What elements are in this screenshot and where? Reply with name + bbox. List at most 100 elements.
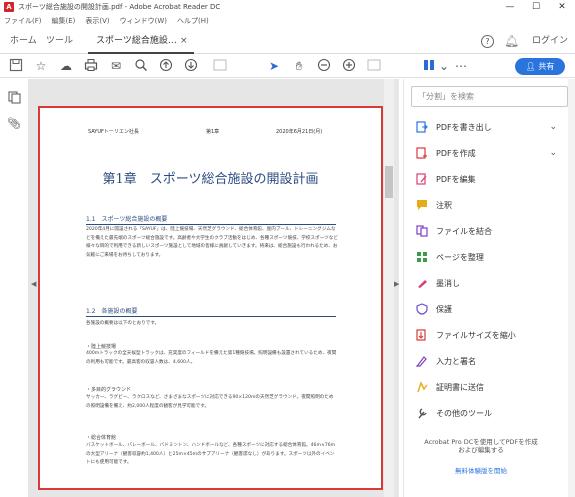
more-tools-icon <box>415 407 428 420</box>
section-2-intro: 各施設の概要は以下のとおりです。 <box>86 321 160 326</box>
share-user-icon: 👤︎ <box>525 62 539 71</box>
tool-label: ページを整理 <box>436 252 484 262</box>
tool-more-tools[interactable]: その他のツール <box>415 403 565 423</box>
tool-redact[interactable]: 墨消し <box>415 273 565 293</box>
tool-fill-sign[interactable]: 入力と署名 <box>415 351 565 371</box>
document-scrollbar[interactable] <box>384 79 394 497</box>
tool-label: 保護 <box>436 304 452 314</box>
collapse-left-pane-icon[interactable]: ◀ <box>31 280 36 288</box>
tool-label: 証明書に送信 <box>436 382 484 392</box>
item-track-heading: ・陸上競技場 <box>86 344 117 350</box>
tab-document[interactable]: スポーツ総合施設… <box>88 29 194 54</box>
page-thumbnails-icon[interactable] <box>7 91 21 105</box>
item-ground-heading: ・多目的グラウンド <box>86 387 132 393</box>
tool-send-certificate[interactable]: 証明書に送信 <box>415 377 565 397</box>
menu-window[interactable]: ウィンドウ(W) <box>120 16 167 26</box>
redact-icon <box>415 277 428 290</box>
acrobat-app-icon: A <box>4 2 14 12</box>
edit-pdf-icon <box>415 172 428 186</box>
shield-icon <box>415 302 428 316</box>
tool-label: ファイルを結合 <box>436 226 492 236</box>
free-trial-link[interactable]: 無料体験版を開始 <box>425 465 537 475</box>
window-controls: — ☐ ✕ <box>497 0 575 14</box>
page-header-left: SAYUFトーリエン社長 <box>88 129 139 135</box>
export-pdf-icon <box>415 120 428 134</box>
tools-search-input[interactable]: 「分割」を検索 <box>411 86 568 107</box>
left-navigation-pane: 📎︎ <box>0 79 29 497</box>
help-icon[interactable]: ? <box>481 35 494 48</box>
zoom-search-icon[interactable] <box>133 58 149 74</box>
promo-text: Acrobat Pro DCを使用してPDFを作成および編集する <box>424 438 538 454</box>
organize-pages-icon <box>415 251 428 264</box>
page-layout-icon[interactable] <box>421 58 437 74</box>
attachment-icon[interactable]: 📎︎ <box>7 117 21 131</box>
document-scroll-thumb[interactable] <box>385 166 393 198</box>
chevron-down-icon[interactable]: ⌄ <box>549 122 557 132</box>
chevron-down-icon[interactable]: ⌄ <box>436 58 452 74</box>
tab-tools[interactable]: ツール <box>46 29 73 54</box>
toolbar: ☆ ☁ ✉ ➤ ✋︎ ⌄ ⋯ 👤︎ 共有 <box>0 55 575 78</box>
hand-tool-icon[interactable]: ✋︎ <box>291 58 307 74</box>
menu-view[interactable]: 表示(V) <box>85 16 109 26</box>
print-icon[interactable] <box>83 58 99 74</box>
window-title: スポーツ総合施設の開設計画.pdf - Adobe Acrobat Reader… <box>18 3 221 11</box>
maximize-button[interactable]: ☐ <box>523 0 549 14</box>
item-gym-body: バスケットボール、バレーボール、バドミントン、ハンドボールなど、各種スポーツに対… <box>86 443 336 466</box>
cloud-upload-icon[interactable]: ☁ <box>58 58 74 74</box>
login-button[interactable]: ログイン <box>532 29 568 54</box>
tool-organize-pages[interactable]: ページを整理 <box>415 247 565 267</box>
tool-create-pdf[interactable]: PDFを作成 ⌄ <box>415 143 565 163</box>
share-button[interactable]: 👤︎ 共有 <box>515 58 565 75</box>
save-icon[interactable] <box>8 58 24 74</box>
comment-icon <box>415 199 428 212</box>
chapter-title: 第1章 スポーツ総合施設の開設計画 <box>102 172 319 187</box>
select-cursor-icon[interactable]: ➤ <box>266 58 282 74</box>
close-window-button[interactable]: ✕ <box>549 0 575 14</box>
section-1-body: 2020年4月に開設される「SAYUF」は、陸上競技場、天然芝グラウンド、総合体… <box>86 227 338 258</box>
zoom-out-icon[interactable] <box>316 58 332 74</box>
section-1-title: 1.1 スポーツ総合施設の概要 <box>86 216 168 223</box>
tool-label: 入力と署名 <box>436 356 476 366</box>
page-number-input[interactable] <box>212 58 228 74</box>
section-2-rule <box>86 316 336 317</box>
tool-label: 墨消し <box>436 278 460 288</box>
bell-icon[interactable]: 🔔︎ <box>504 34 519 48</box>
menu-help[interactable]: ヘルプ(H) <box>177 16 209 26</box>
menu-edit[interactable]: 編集(E) <box>52 16 76 26</box>
chevron-down-icon[interactable]: ⌄ <box>549 148 557 158</box>
minimize-button[interactable]: — <box>497 0 523 14</box>
tool-label: 注釈 <box>436 200 452 210</box>
tab-home[interactable]: ホーム <box>10 29 37 54</box>
certificate-icon <box>415 380 428 394</box>
mail-icon[interactable]: ✉ <box>108 58 124 74</box>
tools-pane-scrollbar[interactable] <box>568 79 575 497</box>
collapse-right-pane-icon[interactable]: ▶ <box>394 280 399 288</box>
tool-label: PDFを書き出し <box>436 122 492 132</box>
item-ground-body: サッカー、ラグビー、ラクロスなど、さまざまなスポーツに対応できる90×120mの… <box>86 395 334 409</box>
tool-label: ファイルサイズを縮小 <box>436 330 516 340</box>
close-tab-icon[interactable]: × <box>180 29 188 54</box>
item-gym-heading: ・総合体育館 <box>86 435 117 441</box>
page-down-icon[interactable] <box>183 58 199 74</box>
more-options-icon[interactable]: ⋯ <box>453 58 469 74</box>
fill-sign-icon <box>415 355 428 368</box>
tool-label: その他のツール <box>436 408 492 418</box>
star-icon[interactable]: ☆ <box>33 58 49 74</box>
pdf-page: SAYUFトーリエン社長 第1章 2020年6月21日(月) 第1章 スポーツ総… <box>38 106 383 490</box>
tool-export-pdf[interactable]: PDFを書き出し ⌄ <box>415 117 565 137</box>
zoom-in-icon[interactable] <box>341 58 357 74</box>
compress-pdf-icon <box>415 328 428 342</box>
tab-bar: ホーム ツール スポーツ総合施設… × ? 🔔︎ ログイン <box>0 29 575 54</box>
tool-combine-files[interactable]: ファイルを結合 <box>415 221 565 241</box>
tool-compress-pdf[interactable]: ファイルサイズを縮小 <box>415 325 565 345</box>
tool-edit-pdf[interactable]: PDFを編集 <box>415 169 565 189</box>
menu-bar: ファイル(F) 編集(E) 表示(V) ウィンドウ(W) ヘルプ(H) <box>0 14 575 28</box>
zoom-level-dropdown[interactable] <box>366 58 382 74</box>
tool-protect[interactable]: 保護 <box>415 299 565 319</box>
menu-file[interactable]: ファイル(F) <box>4 16 42 26</box>
item-track-body: 400mトラックの全天候型トラックは、充実度のフィールドを備えた第1種競技場。照… <box>86 351 337 365</box>
create-pdf-icon <box>415 146 428 160</box>
tool-comment[interactable]: 注釈 <box>415 195 565 215</box>
tool-label: PDFを編集 <box>436 174 476 184</box>
page-up-icon[interactable] <box>158 58 174 74</box>
